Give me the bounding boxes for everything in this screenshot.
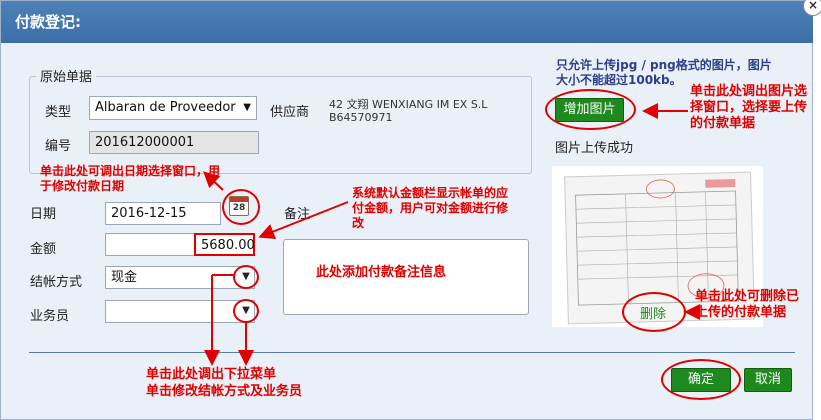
arrow-date <box>203 171 224 191</box>
annotation-arrows <box>203 103 700 366</box>
arrow-amount <box>258 201 349 240</box>
